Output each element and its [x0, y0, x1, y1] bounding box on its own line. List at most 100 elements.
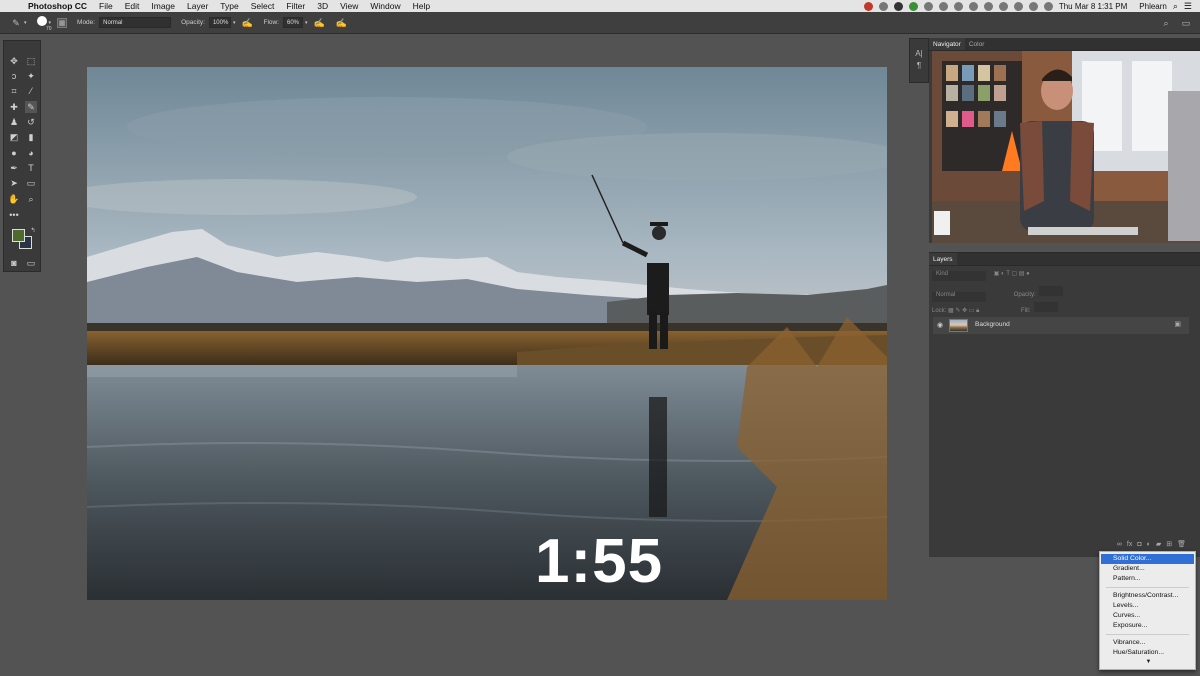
filter-smart-object-icon[interactable]: ▤ — [1019, 271, 1025, 277]
filter-pixel-icon[interactable]: ▣ — [994, 271, 1000, 277]
spotlight-icon[interactable]: ⌕ — [1173, 1, 1178, 12]
menu-item-curves[interactable]: Curves... — [1101, 611, 1194, 621]
gradient-icon[interactable]: ▮ — [25, 131, 37, 143]
menu-view[interactable]: View — [334, 1, 364, 11]
lasso-tool-icon[interactable]: ↄ — [8, 70, 20, 82]
delete-layer-icon[interactable]: 🗑︎ — [1177, 540, 1186, 548]
foreground-color-swatch[interactable] — [12, 229, 25, 242]
add-mask-icon[interactable]: ◘ — [1137, 541, 1141, 548]
bluetooth-icon[interactable] — [968, 1, 978, 11]
character-panel-icon[interactable]: A| — [910, 49, 928, 58]
menu-item-hue-saturation[interactable]: Hue/Saturation... — [1101, 648, 1194, 658]
creative-cloud-icon[interactable] — [878, 1, 888, 11]
menu-file[interactable]: File — [93, 1, 119, 11]
document-canvas[interactable] — [87, 67, 887, 600]
brush-tool-icon[interactable]: ✎ — [10, 17, 22, 29]
layer-opacity-field[interactable] — [1039, 286, 1064, 296]
tab-layers[interactable]: Layers — [929, 253, 957, 265]
flow-chevron-icon[interactable]: ▾ — [305, 20, 308, 26]
brush-settings-icon[interactable]: ▦ — [57, 17, 68, 28]
lock-all-icon[interactable]: 🔒︎ — [976, 308, 979, 314]
marquee-tool-icon[interactable]: ⬚ — [25, 55, 37, 67]
menu-3d[interactable]: 3D — [311, 1, 334, 11]
lock-artboard-icon[interactable]: ▭ — [969, 308, 975, 314]
layer-style-icon[interactable]: fx — [1127, 541, 1132, 548]
layer-row-background[interactable]: ◉ Background ▣ — [933, 317, 1189, 334]
time-machine-icon[interactable] — [953, 1, 963, 11]
new-layer-icon[interactable]: ⊞ — [1166, 540, 1172, 548]
eraser-icon[interactable]: ◩ — [8, 131, 20, 143]
menu-scroll-down-icon[interactable]: ▼ — [1100, 659, 1197, 665]
airbrush-icon[interactable]: ✍ — [314, 17, 326, 29]
display-icon[interactable] — [998, 1, 1008, 11]
shape-tool-icon[interactable]: ▭ — [25, 177, 37, 189]
layer-name[interactable]: Background — [975, 321, 1010, 328]
menu-help[interactable]: Help — [407, 1, 436, 11]
lock-transparent-icon[interactable]: ▦ — [948, 308, 954, 314]
blend-mode-dropdown[interactable]: Normal — [932, 292, 986, 302]
move-tool-icon[interactable]: ✥ — [8, 55, 20, 67]
filter-adjustment-icon[interactable]: ◐ — [1001, 271, 1005, 277]
filter-toggle-icon[interactable]: ● — [1026, 271, 1030, 277]
airplay-icon[interactable] — [1013, 1, 1023, 11]
swap-colors-icon[interactable]: ↰ — [27, 225, 39, 237]
link-layers-icon[interactable]: ∞ — [1117, 541, 1122, 548]
app-tray-icon[interactable] — [923, 1, 933, 11]
menu-type[interactable]: Type — [214, 1, 244, 11]
hand-tool-icon[interactable]: ✋ — [8, 193, 20, 205]
battery-icon[interactable] — [1043, 1, 1053, 11]
opacity-chevron-icon[interactable]: ▾ — [233, 20, 236, 26]
menu-item-levels[interactable]: Levels... — [1101, 601, 1194, 611]
menu-item-brightness-contrast[interactable]: Brightness/Contrast... — [1101, 591, 1194, 601]
visibility-eye-icon[interactable]: ◉ — [937, 321, 943, 329]
healing-brush-icon[interactable]: ✚ — [8, 101, 20, 113]
history-brush-icon[interactable]: ↺ — [25, 116, 37, 128]
app-tray-icon[interactable] — [938, 1, 948, 11]
adjustment-layer-icon[interactable]: ◐ — [1147, 541, 1151, 548]
zoom-tool-icon[interactable]: ⌕ — [25, 193, 37, 205]
pen-tool-icon[interactable]: ✒ — [8, 162, 20, 174]
menu-edit[interactable]: Edit — [119, 1, 146, 11]
menu-item-gradient[interactable]: Gradient... — [1101, 564, 1194, 574]
app-tray-icon[interactable] — [908, 1, 918, 11]
filter-type-icon[interactable]: T — [1006, 271, 1010, 277]
search-icon[interactable]: ⌕ — [1160, 17, 1172, 29]
clock[interactable]: Thu Mar 8 1:31 PM — [1059, 2, 1127, 11]
notification-center-icon[interactable]: ☰ — [1184, 1, 1192, 12]
menu-item-pattern[interactable]: Pattern... — [1101, 574, 1194, 584]
lock-position-icon[interactable]: ✥ — [962, 308, 967, 314]
brush-picker-chevron-icon[interactable]: ▾ — [49, 20, 52, 26]
layer-lock-icon[interactable]: ▣ — [1174, 320, 1181, 328]
blur-tool-icon[interactable]: ● — [8, 147, 20, 159]
pressure-opacity-icon[interactable]: ✍ — [241, 17, 253, 29]
magic-wand-icon[interactable]: ✦ — [25, 70, 37, 82]
flow-field[interactable]: 60% — [283, 17, 303, 28]
app-tray-icon[interactable] — [863, 1, 873, 11]
more-tools-icon[interactable]: ••• — [8, 209, 20, 221]
tab-navigator[interactable]: Navigator — [929, 38, 965, 50]
quick-mask-icon[interactable]: ◙ — [8, 257, 20, 269]
type-tool-icon[interactable]: T — [25, 162, 37, 174]
opacity-field[interactable]: 100% — [208, 17, 231, 28]
paragraph-panel-icon[interactable]: ¶ — [910, 61, 928, 70]
workspace-icon[interactable]: ▭ — [1180, 17, 1192, 29]
kind-filter-dropdown[interactable]: Kind — [932, 271, 986, 281]
menu-app-name[interactable]: Photoshop CC — [22, 1, 93, 11]
clone-stamp-icon[interactable]: ♟ — [8, 116, 20, 128]
menu-window[interactable]: Window — [364, 1, 406, 11]
user-name[interactable]: Phlearn — [1139, 2, 1167, 11]
dodge-tool-icon[interactable]: ◕ — [25, 147, 37, 159]
layer-fill-field[interactable] — [1034, 302, 1058, 312]
wifi-icon[interactable] — [983, 1, 993, 11]
new-group-icon[interactable]: ▰ — [1156, 540, 1161, 548]
brush-tool-icon[interactable]: ✎ — [25, 101, 37, 113]
path-selection-icon[interactable]: ➤ — [8, 177, 20, 189]
menu-item-exposure[interactable]: Exposure... — [1101, 621, 1194, 631]
crop-tool-icon[interactable]: ⌗ — [8, 85, 20, 97]
mode-dropdown[interactable]: Normal — [99, 17, 172, 28]
volume-icon[interactable] — [1028, 1, 1038, 11]
menu-filter[interactable]: Filter — [280, 1, 311, 11]
eyedropper-icon[interactable]: ⁄ — [25, 85, 37, 97]
menu-select[interactable]: Select — [245, 1, 281, 11]
menu-item-solid-color[interactable]: Solid Color... — [1101, 554, 1194, 564]
